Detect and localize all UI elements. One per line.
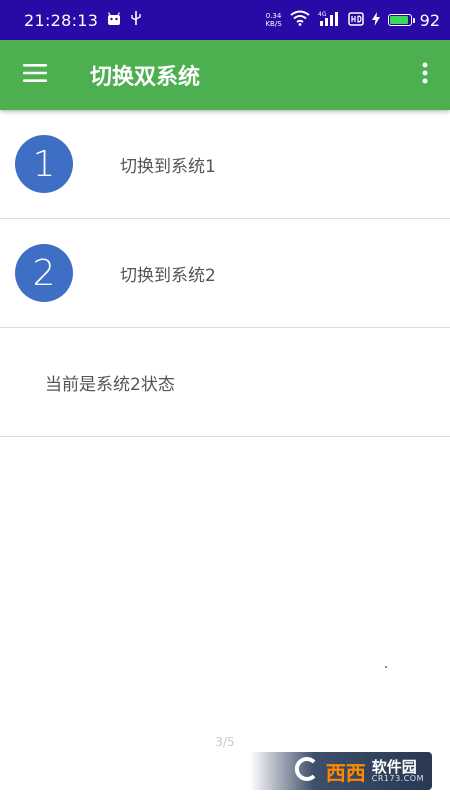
watermark-c-logo-icon xyxy=(294,756,320,786)
watermark-logo: 西西 软件园 CR173.COM xyxy=(250,752,432,790)
watermark-brand-ruanjianyuan: 软件园 xyxy=(371,757,417,776)
system-switch-list: 1 切换到系统1 2 切换到系统2 当前是系统2状态 xyxy=(0,110,450,437)
status-bar-left: 21:28:13 xyxy=(24,10,142,30)
battery-fill xyxy=(389,16,408,24)
usb-icon xyxy=(130,10,142,30)
number-badge-2: 2 xyxy=(15,244,73,302)
cellular-signal-icon: 4G xyxy=(318,10,340,30)
switch-system-2-item[interactable]: 2 切换到系统2 xyxy=(0,219,450,328)
battery-icon xyxy=(387,14,415,26)
switch-system-2-label: 切换到系统2 xyxy=(120,265,216,286)
battery-level: 92 xyxy=(419,10,440,30)
hd-icon xyxy=(347,11,364,30)
hamburger-menu-icon xyxy=(23,64,47,86)
switch-system-1-item[interactable]: 1 切换到系统1 xyxy=(0,110,450,219)
network-speed-value: 0.34 xyxy=(265,12,282,20)
current-system-status: 当前是系统2状态 xyxy=(0,328,450,437)
watermark-brand-xixi: 西西 xyxy=(325,760,366,785)
status-bar: 21:28:13 0.34 KB/S 4G 92 xyxy=(0,0,450,40)
network-speed: 0.34 KB/S xyxy=(265,12,281,28)
menu-button[interactable] xyxy=(0,40,70,110)
status-time: 21:28:13 xyxy=(24,10,99,30)
wifi-icon xyxy=(290,10,310,30)
page-indicator: 3/5 xyxy=(215,735,235,749)
switch-system-1-label: 切换到系统1 xyxy=(120,156,216,177)
more-vertical-icon xyxy=(422,62,428,88)
page-title: 切换双系统 xyxy=(90,65,201,90)
number-badge-1: 1 xyxy=(15,135,73,193)
charging-bolt-icon xyxy=(371,11,380,30)
overflow-menu-button[interactable] xyxy=(400,40,450,110)
network-speed-unit: KB/S xyxy=(265,20,282,28)
stray-dot xyxy=(385,666,387,668)
watermark-brand-block: 软件园 CR173.COM xyxy=(371,757,424,783)
network-type-label: 4G xyxy=(318,11,327,18)
watermark-url: CR173.COM xyxy=(371,773,424,783)
app-toolbar: 切换双系统 xyxy=(0,40,450,110)
android-robot-icon xyxy=(106,11,122,30)
status-bar-right: 0.34 KB/S 4G 92 xyxy=(265,10,440,30)
